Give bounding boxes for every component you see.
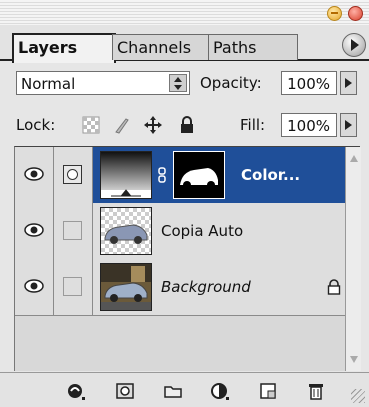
layer-row-background[interactable]: Background: [15, 259, 345, 316]
empty-link-box: [63, 277, 82, 296]
opacity-slider-button[interactable]: [340, 71, 357, 95]
blend-opacity-row: Normal Opacity: 100%: [0, 61, 369, 105]
blend-mode-arrows-icon[interactable]: [169, 74, 187, 92]
layers-bottom-toolbar: [0, 372, 369, 407]
opacity-label: Opacity:: [200, 74, 262, 92]
layer-row-copia-auto[interactable]: Copia Auto: [15, 203, 345, 260]
mask-thumbnail-icon[interactable]: [173, 151, 225, 199]
tab-layers[interactable]: Layers: [12, 33, 116, 63]
fill-slider-button[interactable]: [340, 113, 357, 137]
link-cell[interactable]: [54, 259, 93, 315]
lock-label: Lock:: [16, 116, 56, 134]
blend-mode-select[interactable]: Normal: [16, 71, 190, 95]
eye-icon[interactable]: [24, 167, 44, 181]
tab-strip: Layers Channels Paths: [0, 25, 369, 63]
new-group-icon[interactable]: [163, 381, 183, 401]
link-chain-icon[interactable]: [157, 167, 167, 183]
adjustment-layer-icon[interactable]: [210, 381, 230, 401]
lock-pixels-brush-icon[interactable]: [112, 115, 132, 135]
scroll-down-icon[interactable]: [350, 356, 358, 363]
visibility-cell[interactable]: [15, 203, 54, 259]
empty-link-box: [63, 221, 82, 240]
panel-title-bar[interactable]: [0, 0, 369, 25]
add-mask-icon[interactable]: [115, 381, 135, 401]
layers-panel: Layers Channels Paths Normal Opacity: 10…: [0, 0, 369, 407]
mask-state-cell[interactable]: [54, 147, 93, 203]
scroll-up-icon[interactable]: [350, 155, 358, 162]
minimize-button[interactable]: [327, 6, 342, 21]
trash-icon[interactable]: [306, 381, 326, 401]
background-photo-thumbnail-icon[interactable]: [100, 263, 152, 311]
opacity-input[interactable]: 100%: [281, 71, 337, 95]
fill-label: Fill:: [240, 116, 266, 134]
visibility-cell[interactable]: [15, 147, 54, 203]
lock-position-move-icon[interactable]: [143, 115, 163, 135]
close-button[interactable]: [348, 6, 363, 21]
layer-row-color[interactable]: Color...: [15, 147, 345, 204]
layers-scrollbar[interactable]: [345, 147, 361, 371]
layer-mask-icon: [63, 165, 82, 184]
new-layer-icon[interactable]: [258, 381, 278, 401]
resize-grip-icon[interactable]: [351, 389, 365, 403]
add-style-icon[interactable]: [66, 381, 86, 401]
link-cell[interactable]: [54, 203, 93, 259]
tab-paths[interactable]: Paths: [208, 34, 298, 60]
visibility-cell[interactable]: [15, 259, 54, 315]
lock-transparency-icon[interactable]: [81, 115, 101, 135]
layer-name[interactable]: Copia Auto: [161, 203, 243, 259]
lock-icon: [327, 279, 341, 295]
car-thumbnail-icon[interactable]: [100, 207, 152, 255]
layers-list: Color... Copia Auto Background: [14, 146, 361, 371]
lock-all-icon[interactable]: [177, 115, 197, 135]
eye-icon[interactable]: [24, 223, 44, 237]
panel-menu-button[interactable]: [342, 33, 366, 57]
fill-input[interactable]: 100%: [281, 113, 337, 137]
blend-mode-value: Normal: [21, 75, 76, 93]
adjustment-thumbnail-icon[interactable]: [100, 151, 152, 199]
layer-name[interactable]: Background: [161, 259, 251, 315]
eye-icon[interactable]: [24, 279, 44, 293]
tab-channels[interactable]: Channels: [112, 34, 212, 60]
layer-name[interactable]: Color...: [241, 147, 300, 203]
lock-fill-row: Lock: Fill: 100%: [0, 105, 369, 145]
